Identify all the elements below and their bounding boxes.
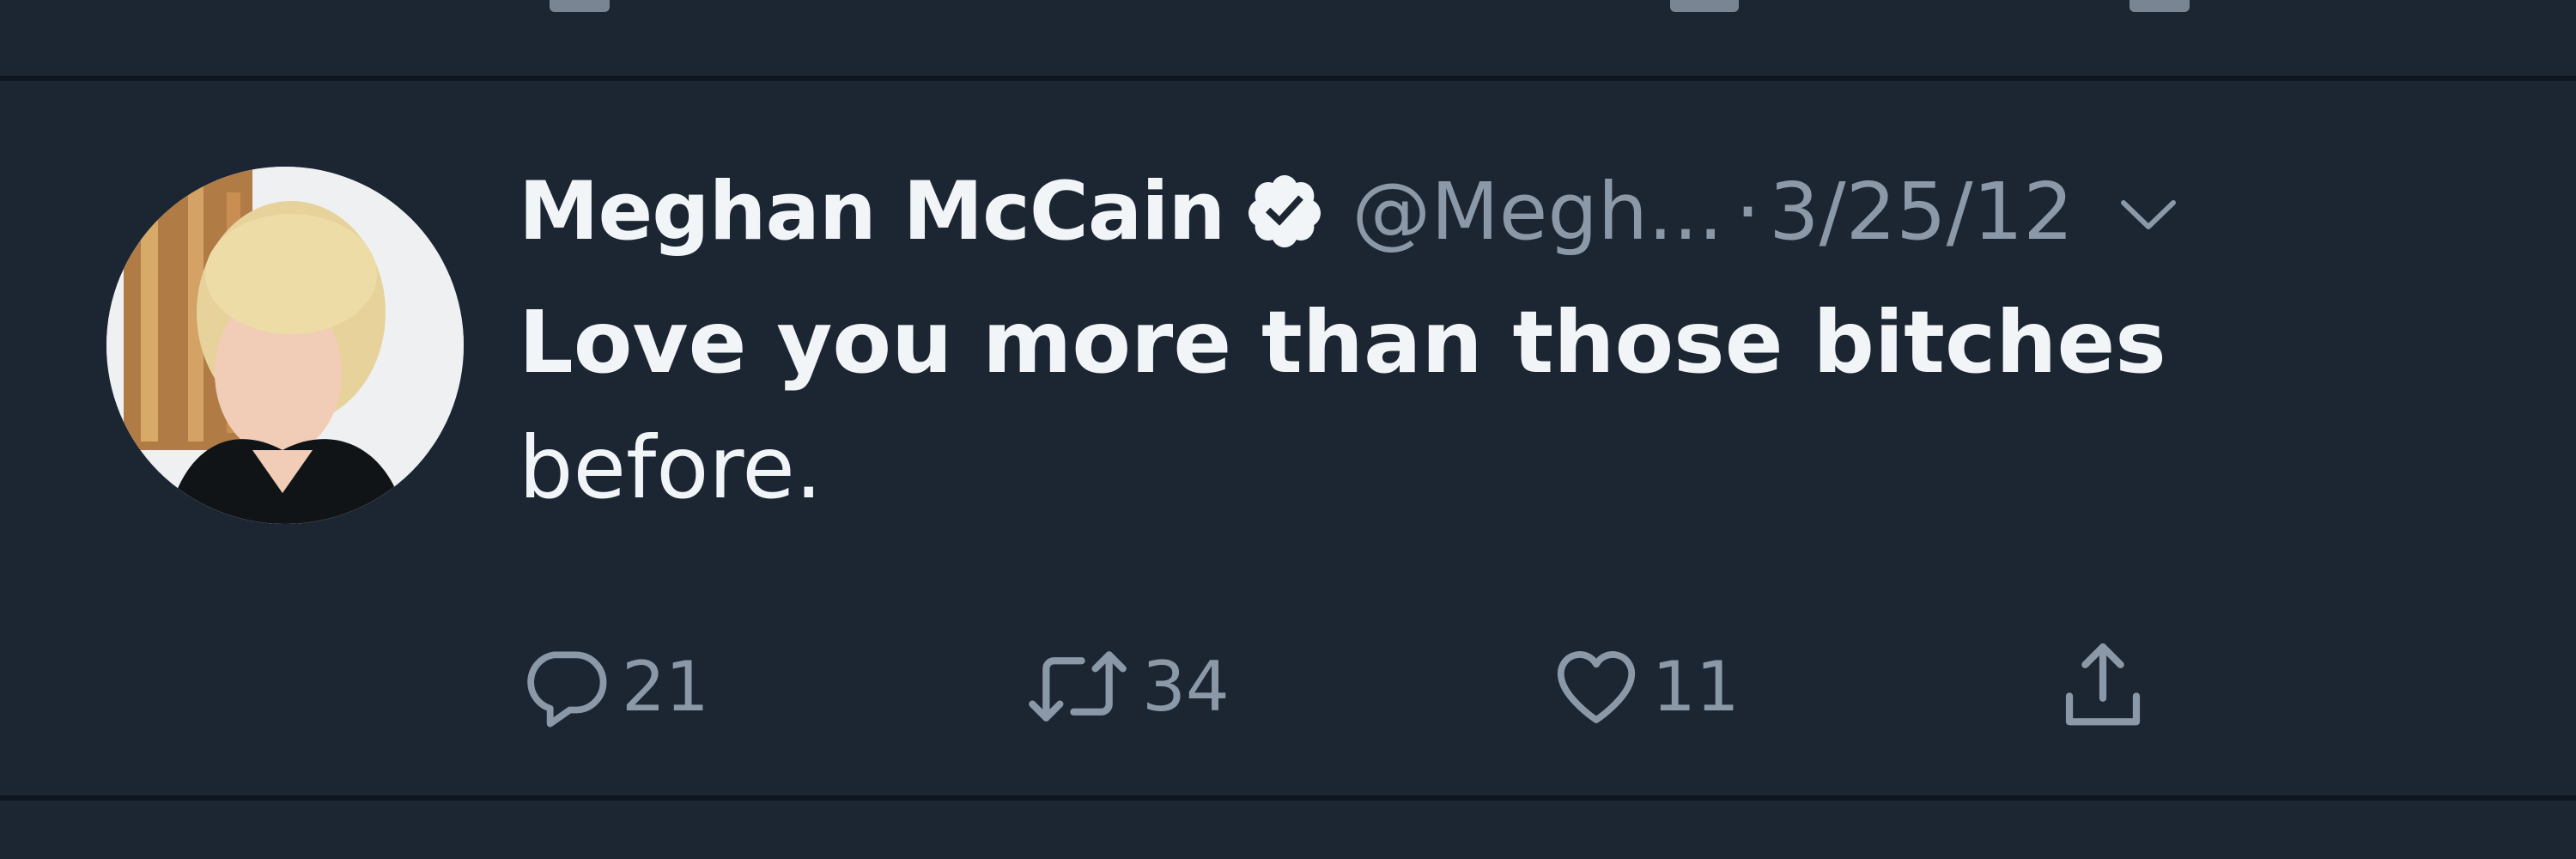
tweet-header: Meghan McCain @Megh... · 3/25/12 bbox=[519, 160, 2178, 263]
heart-icon bbox=[1549, 639, 1643, 734]
tweet-text: Love you more than those bitches before. bbox=[519, 280, 2408, 531]
next-tweet[interactable] bbox=[0, 801, 2576, 859]
share-button[interactable] bbox=[2056, 631, 2150, 742]
author-name[interactable]: Meghan McCain bbox=[519, 165, 1225, 259]
timeline: Meghan McCain @Megh... · 3/25/12 Love yo… bbox=[0, 0, 2576, 859]
previous-tweet[interactable] bbox=[0, 0, 2576, 77]
retweet-icon bbox=[1022, 639, 1133, 734]
action-bar: 21 34 11 bbox=[519, 631, 2322, 742]
previous-tweet-icon-fragment bbox=[1670, 0, 1739, 12]
separator-dot: · bbox=[1735, 165, 1761, 258]
reply-icon bbox=[519, 639, 613, 734]
reply-count: 21 bbox=[622, 646, 709, 727]
like-button[interactable]: 11 bbox=[1549, 631, 1740, 742]
avatar[interactable] bbox=[106, 167, 464, 524]
chevron-down-icon[interactable] bbox=[2118, 194, 2178, 237]
share-icon bbox=[2056, 635, 2150, 738]
tweet-text-line: before. bbox=[519, 417, 823, 518]
verified-badge-icon bbox=[1243, 170, 1326, 253]
like-count: 11 bbox=[1652, 646, 1740, 727]
previous-tweet-icon-fragment bbox=[2129, 0, 2190, 12]
reply-button[interactable]: 21 bbox=[519, 631, 709, 742]
tweet-text-line: Love you more than those bitches bbox=[519, 292, 2166, 393]
previous-tweet-icon-fragment bbox=[550, 0, 610, 12]
retweet-button[interactable]: 34 bbox=[1022, 631, 1230, 742]
tweet-date[interactable]: 3/25/12 bbox=[1769, 166, 2074, 258]
tweet[interactable]: Meghan McCain @Megh... · 3/25/12 Love yo… bbox=[0, 81, 2576, 795]
author-handle[interactable]: @Megh... bbox=[1352, 166, 1722, 258]
retweet-count: 34 bbox=[1142, 646, 1230, 727]
